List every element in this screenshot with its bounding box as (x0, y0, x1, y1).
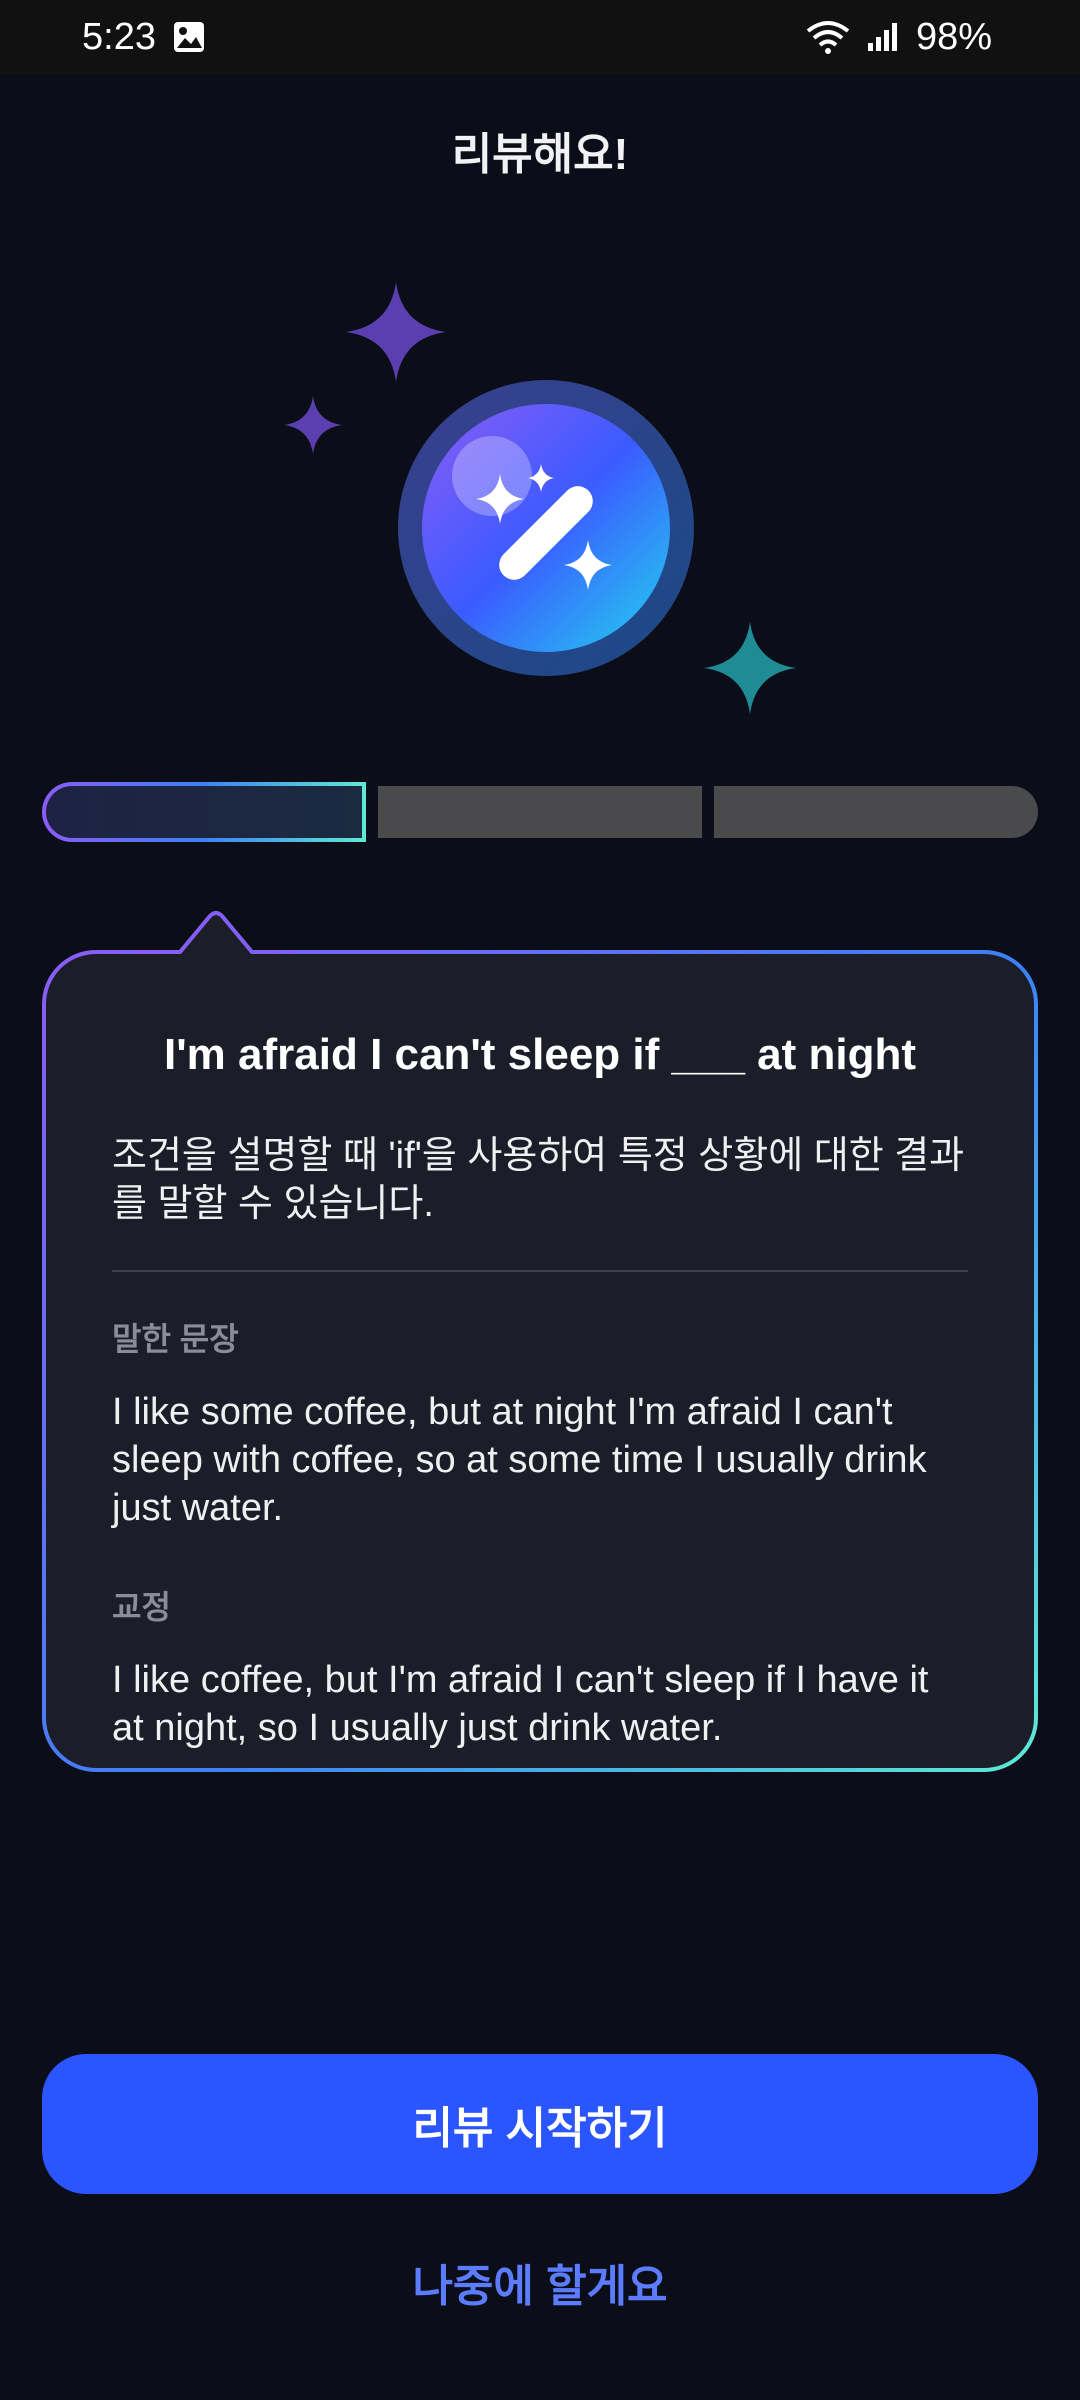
progress-segment (714, 786, 1038, 838)
status-bar-left: 5:23 (82, 16, 206, 59)
sparkle-icon (704, 622, 796, 714)
progress-segment (378, 786, 702, 838)
wifi-icon (806, 19, 850, 55)
card-pointer (136, 911, 296, 958)
review-card-body: I'm afraid I can't sleep if ___ at night… (46, 954, 1034, 1768)
gallery-icon (172, 20, 206, 54)
status-time: 5:23 (82, 15, 156, 58)
battery-level: 98% (915, 15, 992, 58)
spoken-sentence-label: 말한 문장 (112, 1321, 239, 1357)
correction-text: I like coffee, but I'm afraid I can't sl… (112, 1659, 929, 1749)
signal-icon (866, 21, 900, 53)
divider (112, 1270, 968, 1272)
status-bar: 5:23 98% (0, 0, 1080, 74)
pattern-title: I'm afraid I can't sleep if ___ at night (163, 1030, 917, 1079)
magic-wand-icon (398, 380, 694, 676)
sparkle-icon (284, 396, 342, 454)
progress-segment-active (42, 782, 366, 842)
sparkle-icon (346, 282, 446, 382)
review-card: I'm afraid I can't sleep if ___ at night… (42, 950, 1038, 1772)
start-review-button[interactable]: 리뷰 시작하기 (42, 2054, 1038, 2194)
status-bar-right: 98% (806, 16, 992, 59)
page-title: 리뷰해요! (451, 130, 629, 179)
review-progress-bar (42, 782, 1038, 842)
pattern-description: 조건을 설명할 때 'if'을 사용하여 특정 상황에 대한 결과를 말할 수 … (112, 1135, 965, 1225)
correction-label: 교정 (112, 1589, 171, 1625)
hero-illustration (0, 270, 1080, 730)
later-button[interactable]: 나중에 할게요 (0, 2250, 1080, 2314)
spoken-sentence-text: I like some coffee, but at night I'm afr… (112, 1391, 927, 1529)
